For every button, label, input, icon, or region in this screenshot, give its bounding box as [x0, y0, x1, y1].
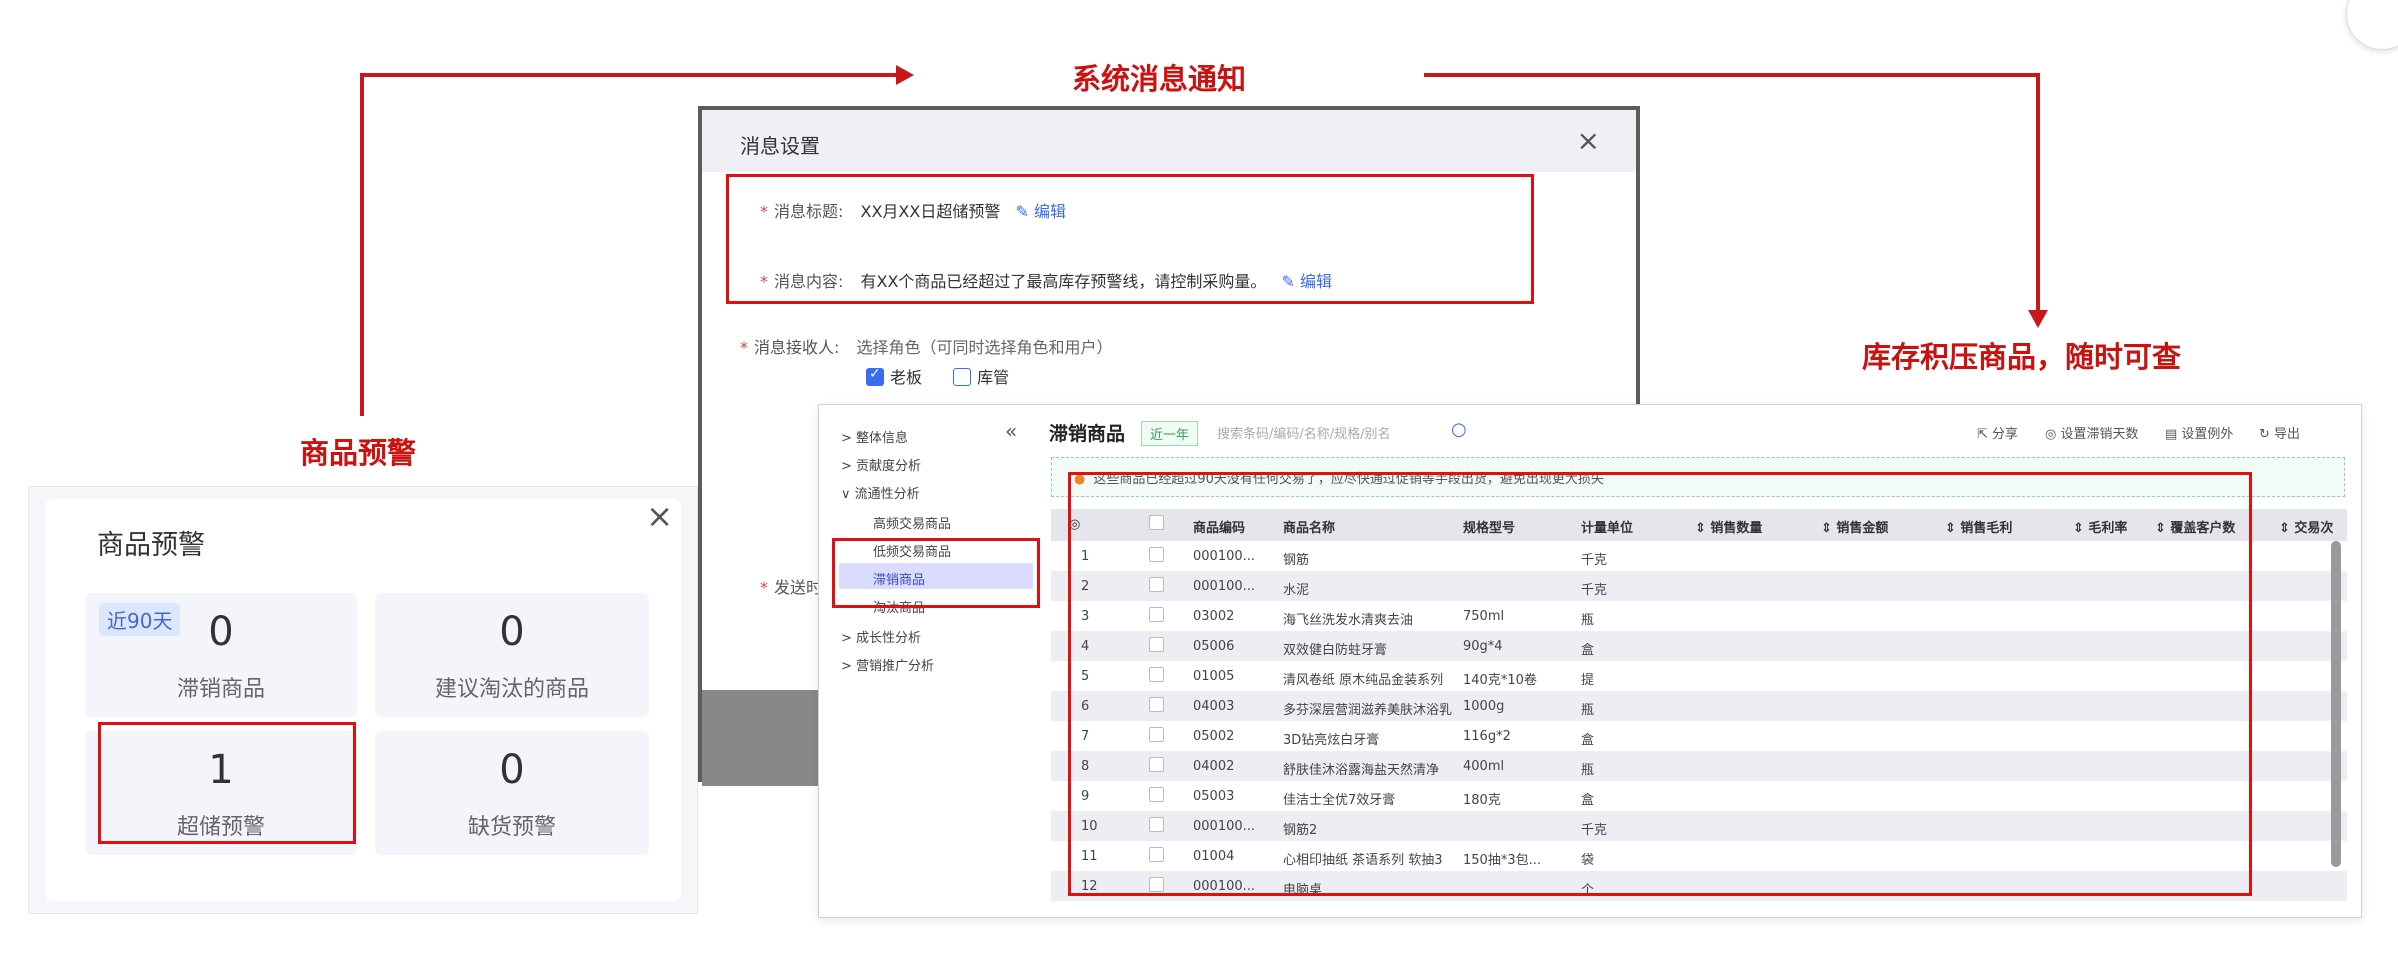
- tile-label: 建议淘汰的商品: [434, 677, 589, 702]
- highlight-box-table: [1068, 472, 2252, 896]
- tile-label: 滞销商品: [176, 677, 265, 702]
- share-button[interactable]: ⇱ 分享: [1977, 423, 2018, 442]
- arrow-left-vertical: [360, 73, 364, 416]
- sidebar-item-marketing[interactable]: > 营销推广分析: [841, 655, 934, 674]
- required-mark: *: [760, 578, 768, 597]
- sidebar-item-contribution[interactable]: > 贡献度分析: [841, 455, 921, 474]
- send-time-row: * 发送时: [760, 574, 822, 598]
- receiver-label: 消息接收人:: [754, 338, 840, 357]
- set-slow-days-button[interactable]: ◎ 设置滞销天数: [2045, 423, 2139, 442]
- close-icon[interactable]: ×: [1577, 124, 1600, 157]
- annotation-system-message: 系统消息通知: [1072, 62, 1247, 96]
- role-boss-label: 老板: [890, 368, 923, 387]
- send-time-label: 发送时: [774, 578, 823, 597]
- col-transactions[interactable]: ⇕ 交易次: [2279, 517, 2333, 536]
- panel-title: 滞销商品: [1049, 423, 1126, 445]
- role-boss-checkbox[interactable]: 老板: [866, 366, 923, 387]
- set-exception-label: 设置例外: [2181, 427, 2234, 442]
- warning-card-title: 商品预警: [97, 530, 205, 561]
- close-icon[interactable]: ×: [646, 497, 673, 535]
- vertical-scrollbar[interactable]: [2331, 541, 2341, 867]
- arrow-down-head: [2028, 310, 2048, 328]
- tile-slow-moving[interactable]: 近90天 0 滞销商品: [85, 593, 357, 717]
- dialog-header: 消息设置 ×: [702, 110, 1636, 172]
- col-transactions-label: 交易次: [2294, 521, 2334, 536]
- role-storekeeper-checkbox[interactable]: 库管: [953, 368, 1009, 387]
- tile-value: 0: [499, 609, 525, 655]
- period-tag[interactable]: 近一年: [1141, 421, 1199, 446]
- sidebar-item-circulation[interactable]: ∨ 流通性分析: [841, 483, 920, 502]
- arrow-left-horizontal: [360, 73, 900, 77]
- set-exception-button[interactable]: ▤ 设置例外: [2165, 423, 2233, 442]
- export-label: 导出: [2274, 427, 2301, 442]
- sidebar: > 整体信息 > 贡献度分析 ∨ 流通性分析 高频交易商品 低频交易商品 滞销商…: [819, 405, 1035, 917]
- dialog-title: 消息设置: [740, 134, 820, 158]
- arrow-right-vertical: [2036, 73, 2040, 313]
- checkbox-icon: [953, 368, 972, 386]
- collapse-sidebar-button[interactable]: «: [1005, 419, 1017, 443]
- role-storekeeper-label: 库管: [977, 368, 1010, 387]
- product-warning-card: 商品预警 × 近90天 0 滞销商品 0 建议淘汰的商品 1 超储预警 0 缺货…: [28, 486, 698, 914]
- arrow-right-head: [896, 65, 914, 85]
- role-options: 老板 库管: [866, 364, 1009, 388]
- sidebar-item-high-frequency[interactable]: 高频交易商品: [873, 513, 951, 532]
- annotation-overstock: 库存积压商品，随时可查: [1862, 340, 2182, 374]
- tile-value: 0: [499, 747, 525, 793]
- tile-value: 0: [208, 609, 234, 655]
- highlight-box-slow-moving-menu: [832, 538, 1040, 608]
- highlight-box-message: [726, 174, 1534, 304]
- tile-out-of-stock[interactable]: 0 缺货预警: [375, 731, 649, 855]
- annotation-product-warning: 商品预警: [300, 436, 417, 470]
- export-icon: ↻: [2259, 427, 2275, 442]
- search-icon[interactable]: ○: [1451, 419, 1467, 440]
- required-mark: *: [740, 338, 748, 357]
- tile-suggest-eliminate[interactable]: 0 建议淘汰的商品: [375, 593, 649, 717]
- corner-close-circle[interactable]: [2346, 0, 2398, 50]
- receiver-row: * 消息接收人: 选择角色（可同时选择角色和用户）: [740, 334, 1113, 358]
- highlight-box-overstock-tile: [98, 722, 356, 844]
- checkbox-checked-icon: [866, 366, 884, 386]
- calendar-icon: ▤: [2165, 427, 2182, 442]
- sidebar-item-growth[interactable]: > 成长性分析: [841, 627, 921, 646]
- arrow-right-horizontal: [1424, 73, 2040, 77]
- dialog-footer-shade: [702, 690, 828, 786]
- search-input[interactable]: 搜索条码/编码/名称/规格/别名: [1217, 423, 1391, 442]
- share-label: 分享: [1992, 427, 2019, 442]
- tile-label: 缺货预警: [467, 815, 556, 840]
- sidebar-item-overall[interactable]: > 整体信息: [841, 427, 908, 446]
- settings-icon: ◎: [2045, 427, 2061, 442]
- export-button[interactable]: ↻ 导出: [2259, 423, 2300, 442]
- share-icon: ⇱: [1977, 427, 1993, 442]
- set-slow-days-label: 设置滞销天数: [2060, 427, 2139, 442]
- receiver-hint: 选择角色（可同时选择角色和用户）: [856, 338, 1113, 357]
